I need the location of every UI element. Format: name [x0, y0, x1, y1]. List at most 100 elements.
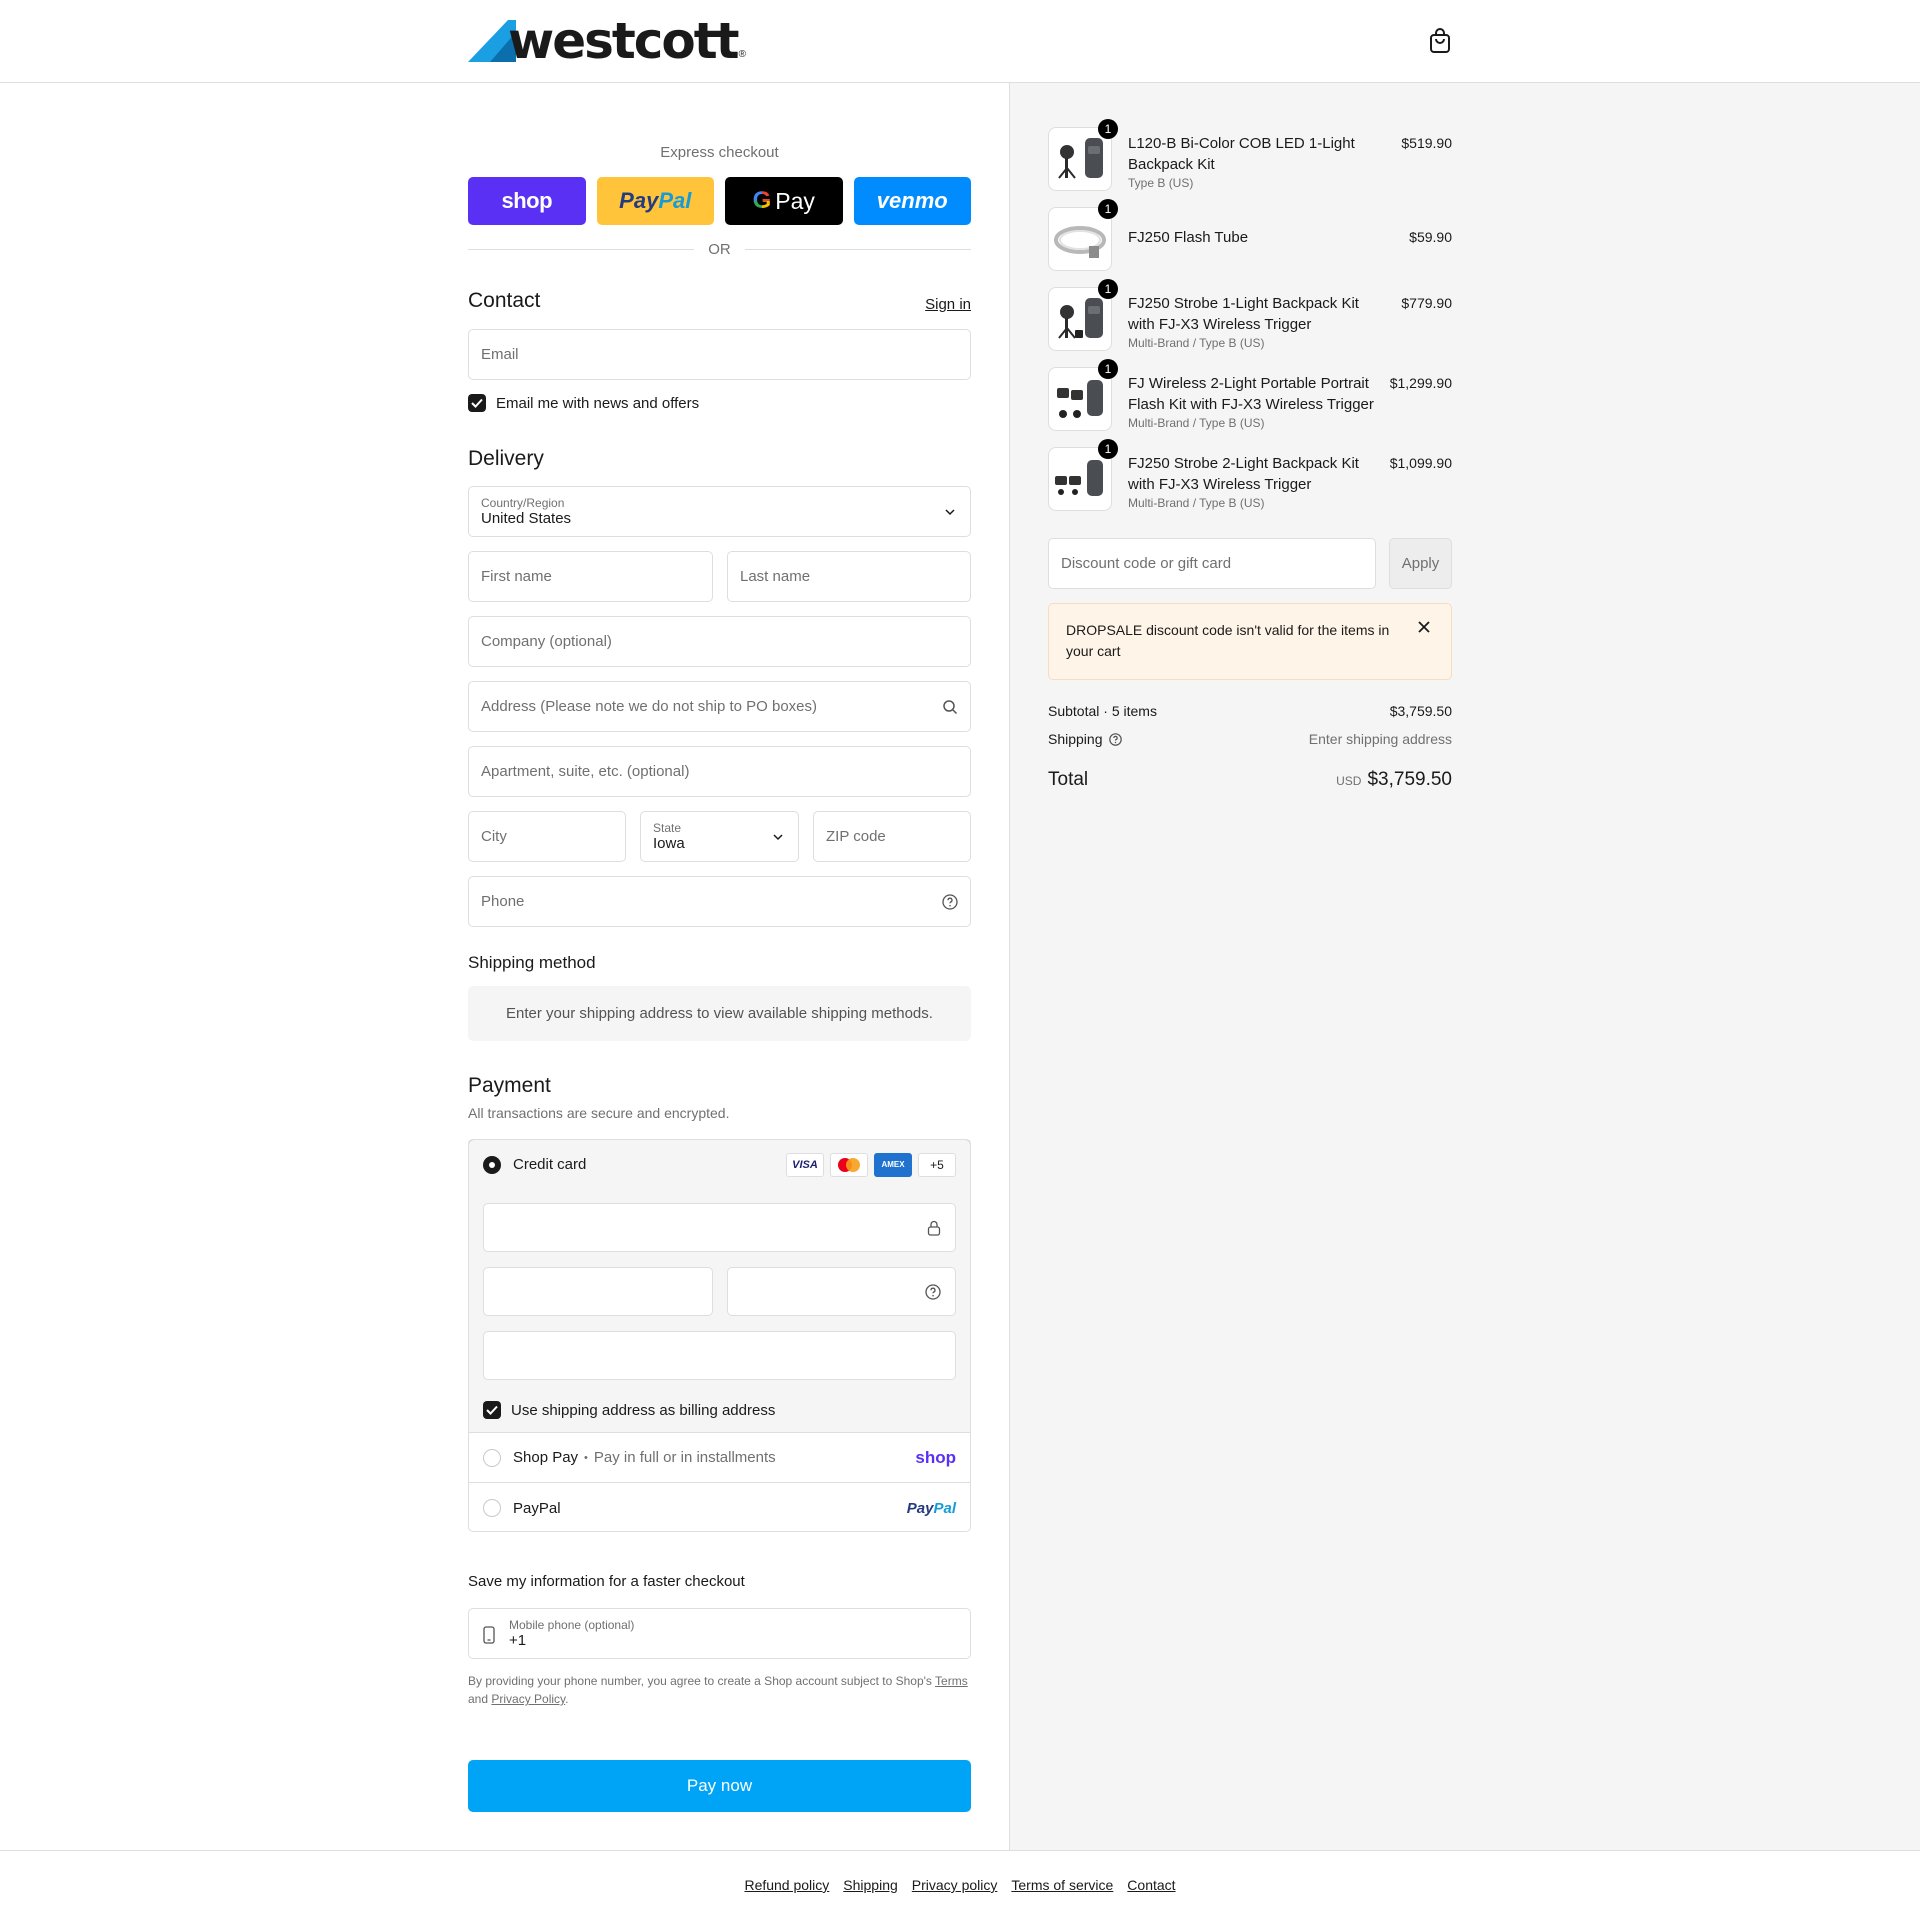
paypal-option-label: PayPal [513, 1499, 561, 1517]
name-on-card-field[interactable] [483, 1331, 956, 1380]
checkmark-icon [471, 398, 483, 408]
shop-pay-description: Pay in full or in installments [593, 1449, 776, 1466]
close-icon[interactable] [1417, 620, 1431, 634]
terms-link[interactable]: Terms [935, 1674, 968, 1688]
paypal-logo-pay: Pay [619, 188, 659, 213]
quantity-badge: 1 [1098, 359, 1118, 379]
mastercard-icon [830, 1152, 868, 1177]
google-pay-label: Pay [775, 187, 815, 214]
zip-field[interactable]: ZIP code [813, 811, 971, 862]
save-info-heading: Save my information for a faster checkou… [468, 1573, 745, 1590]
sign-in-link[interactable]: Sign in [925, 296, 971, 313]
help-circle-icon[interactable] [1108, 732, 1122, 746]
more-cards-badge: +5 [918, 1152, 956, 1177]
item-name: FJ250 Strobe 1-Light Backpack Kit with F… [1128, 293, 1378, 351]
subtotal-label: Subtotal · 5 items [1048, 703, 1157, 719]
paypal-radio[interactable] [483, 1499, 501, 1517]
shopping-bag-icon[interactable] [1428, 28, 1452, 54]
delivery-heading: Delivery [468, 447, 544, 470]
item-variant: Multi-Brand / Type B (US) [1128, 496, 1265, 510]
privacy-policy-link[interactable]: Privacy Policy [491, 1692, 565, 1706]
billing-same-checkbox[interactable] [483, 1401, 501, 1419]
product-thumbnail: 1 [1048, 359, 1118, 431]
payment-heading: Payment [468, 1074, 551, 1097]
news-checkbox[interactable] [468, 394, 486, 412]
mobile-phone-icon [483, 1626, 495, 1644]
credit-card-radio[interactable] [483, 1155, 501, 1174]
news-checkbox-row[interactable]: Email me with news and offers [468, 394, 699, 412]
item-price: $1,299.90 [1389, 375, 1452, 391]
help-circle-icon[interactable] [925, 1284, 941, 1300]
shipping-method-notice: Enter your shipping address to view avai… [468, 986, 971, 1041]
quantity-badge: 1 [1098, 439, 1118, 459]
country-select[interactable]: Country/Region United States [468, 486, 971, 537]
item-price: $519.90 [1401, 135, 1452, 151]
first-name-field[interactable]: First name [468, 551, 713, 602]
venmo-button[interactable]: venmo [853, 177, 971, 225]
card-number-field[interactable] [483, 1203, 956, 1252]
shop-pay-radio[interactable] [483, 1448, 501, 1467]
shop-legal-text: By providing your phone number, you agre… [468, 1674, 968, 1706]
footer: Refund policy Shipping Privacy policy Te… [0, 1850, 1920, 1914]
city-field[interactable]: City [468, 811, 626, 862]
venmo-label: venmo [876, 188, 948, 213]
paypal-logo: PayPal [906, 1499, 956, 1517]
contact-heading: Contact [468, 289, 541, 312]
lock-icon [927, 1220, 941, 1236]
last-name-placeholder: Last name [740, 568, 811, 585]
express-checkout-title: Express checkout [660, 144, 779, 161]
apply-discount-button[interactable]: Apply [1389, 538, 1452, 589]
refund-policy-link[interactable]: Refund policy [744, 1877, 829, 1893]
terms-of-service-link[interactable]: Terms of service [1011, 1877, 1113, 1893]
last-name-field[interactable]: Last name [727, 551, 971, 602]
shipping-link[interactable]: Shipping [843, 1877, 898, 1893]
credit-card-option[interactable]: Credit card VISA AMEX +5 [469, 1140, 970, 1190]
pay-now-button[interactable]: Pay now [468, 1760, 971, 1812]
state-select[interactable]: State Iowa [640, 811, 799, 862]
chevron-down-icon [945, 508, 955, 515]
visa-icon: VISA [786, 1152, 824, 1177]
privacy-policy-footer-link[interactable]: Privacy policy [912, 1877, 998, 1893]
westcott-logo[interactable]: westcott ® [468, 16, 746, 66]
quantity-badge: 1 [1098, 199, 1118, 219]
total-value: $3,759.50 [1367, 769, 1452, 790]
email-placeholder: Email [481, 346, 519, 363]
apartment-field[interactable]: Apartment, suite, etc. (optional) [468, 746, 971, 797]
or-label: OR [708, 241, 731, 258]
shop-pay-option[interactable]: Shop Pay • Pay in full or in installment… [469, 1433, 970, 1483]
phone-field[interactable]: Phone [468, 876, 971, 927]
company-field[interactable]: Company (optional) [468, 616, 971, 667]
express-checkout-buttons: shop Pay Pal G Pay venmo [468, 177, 971, 225]
phone-placeholder: Phone [481, 893, 525, 910]
currency-code: USD [1336, 774, 1362, 788]
item-variant: Multi-Brand / Type B (US) [1128, 416, 1265, 430]
mobile-phone-field[interactable]: Mobile phone (optional) +1 [468, 1608, 971, 1659]
shop-pay-label: shop [501, 188, 553, 213]
card-brands: VISA AMEX +5 [786, 1152, 956, 1177]
item-price: $1,099.90 [1389, 455, 1452, 471]
billing-same-row[interactable]: Use shipping address as billing address [483, 1401, 775, 1419]
expiration-date-field[interactable] [483, 1267, 713, 1316]
contact-link[interactable]: Contact [1127, 1877, 1175, 1893]
shipping-method-heading: Shipping method [468, 953, 596, 972]
mobile-phone-value: +1 [509, 1631, 527, 1649]
quantity-badge: 1 [1098, 279, 1118, 299]
product-thumbnail: 1 [1048, 279, 1118, 351]
or-divider: OR [468, 241, 971, 258]
cart-item: 1 FJ250 Strobe 1-Light Backpack Kit with… [1048, 279, 1452, 353]
shop-pay-button[interactable]: shop [468, 177, 586, 225]
email-field[interactable]: Email [468, 329, 971, 380]
address-field[interactable]: Address (Please note we do not ship to P… [468, 681, 971, 732]
security-code-field[interactable] [727, 1267, 956, 1316]
total-label: Total [1048, 769, 1089, 790]
city-placeholder: City [481, 828, 507, 845]
credit-card-form: Use shipping address as billing address [469, 1189, 970, 1433]
company-placeholder: Company (optional) [481, 633, 612, 650]
paypal-button[interactable]: Pay Pal [596, 177, 714, 225]
amex-icon: AMEX [874, 1152, 912, 1177]
help-circle-icon[interactable] [942, 893, 958, 910]
google-pay-button[interactable]: G Pay [725, 177, 843, 225]
paypal-option[interactable]: PayPal PayPal [469, 1483, 970, 1531]
chevron-down-icon [773, 833, 783, 840]
discount-code-field[interactable]: Discount code or gift card [1048, 538, 1376, 589]
